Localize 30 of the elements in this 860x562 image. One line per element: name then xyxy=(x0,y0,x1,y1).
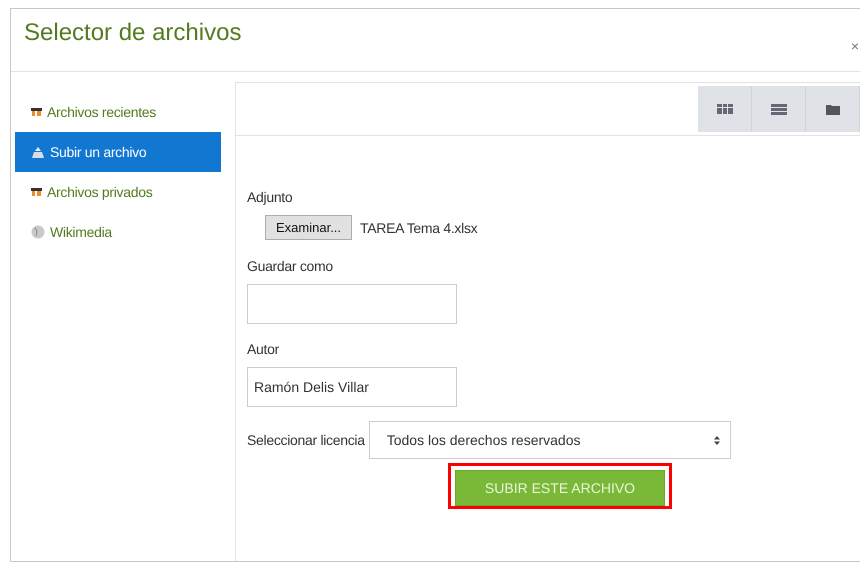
license-select[interactable]: Todos los derechos reservados xyxy=(368,421,731,459)
sidebar-item-label: Archivos recientes xyxy=(47,104,156,120)
field-label: Seleccionar licencia xyxy=(247,432,365,448)
sidebar-item[interactable]: Archivos privados xyxy=(15,172,221,212)
window-title: Selector de archivos xyxy=(24,19,242,47)
sidebar-item[interactable]: Wikimedia xyxy=(15,212,221,252)
input-field[interactable]: Ramón Delis Villar xyxy=(247,367,457,407)
sidebar-item[interactable]: Archivos recientes xyxy=(15,92,221,132)
grid-icon xyxy=(716,104,732,114)
list-icon xyxy=(770,104,786,114)
sort-arrows-icon xyxy=(714,436,720,444)
sidebar-item-label: Wikimedia xyxy=(50,224,112,240)
close-button[interactable]: × xyxy=(850,39,860,53)
globe-icon xyxy=(31,225,45,239)
field-label: Adjunto xyxy=(247,189,294,205)
folder-icon xyxy=(31,108,42,116)
folder-icon xyxy=(31,188,42,196)
field-label: Guardar como xyxy=(247,258,334,274)
view-button[interactable] xyxy=(698,86,752,132)
upload-icon xyxy=(31,146,45,158)
folder-icon xyxy=(826,104,840,114)
sidebar-item-label: Archivos privados xyxy=(47,184,152,200)
field-label: Autor xyxy=(247,341,280,357)
view-button[interactable] xyxy=(806,86,860,132)
sidebar-item-label: Subir un archivo xyxy=(50,144,146,160)
browse-button[interactable]: Examinar... xyxy=(265,215,352,240)
file-name: TAREA Tema 4.xlsx xyxy=(360,220,478,236)
sidebar-item[interactable]: Subir un archivo xyxy=(15,132,221,172)
input-field[interactable] xyxy=(247,284,457,324)
view-button[interactable] xyxy=(752,86,806,132)
